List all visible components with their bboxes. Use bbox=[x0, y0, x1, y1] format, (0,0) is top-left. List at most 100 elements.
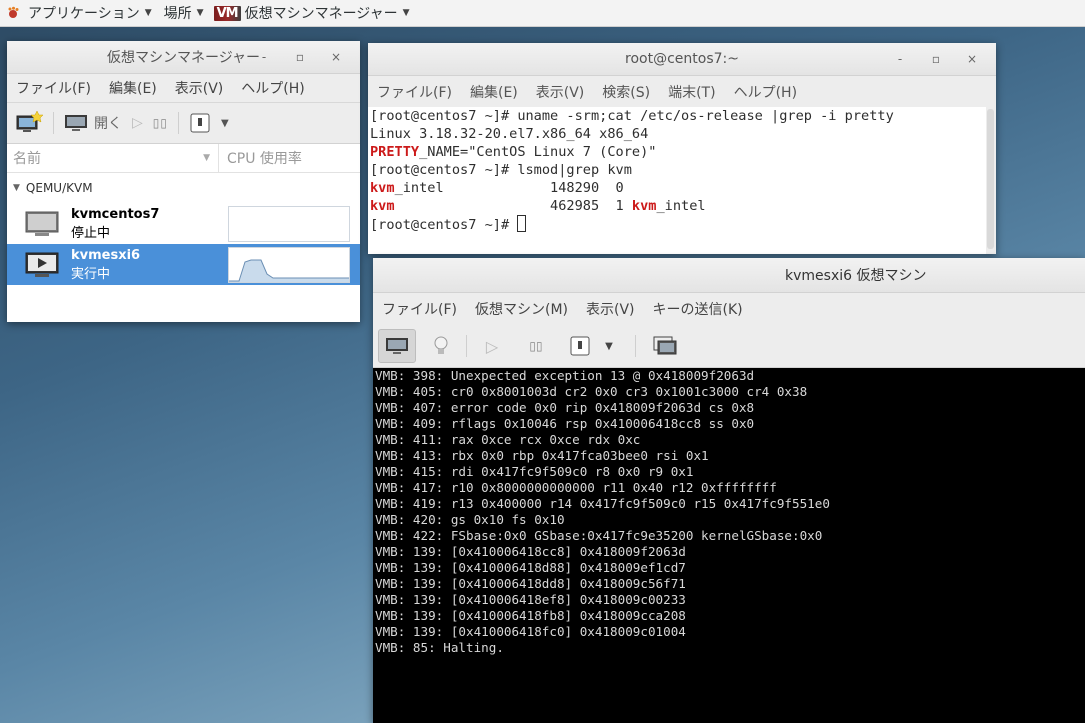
monitor-icon bbox=[386, 338, 408, 354]
menu-file[interactable]: ファイル(F) bbox=[368, 82, 461, 102]
cpu-usage-sparkline bbox=[229, 259, 349, 282]
terminal-output[interactable]: [root@centos7 ~]# uname -srm;cat /etc/os… bbox=[368, 107, 986, 254]
pause-button[interactable]: ▯▯ bbox=[153, 116, 168, 130]
menu-file[interactable]: ファイル(F) bbox=[7, 78, 100, 98]
show-console-button[interactable] bbox=[378, 329, 416, 363]
console-line: VMB: 139: [0x410006418d88] 0x418009ef1cd… bbox=[375, 560, 686, 575]
vmm-titlebar[interactable]: 仮想マシンマネージャー ‐ ▫ × bbox=[7, 41, 360, 74]
terminal-line: [root@centos7 ~]# uname -srm;cat /etc/os… bbox=[370, 107, 986, 125]
chevron-down-icon: ▼ bbox=[605, 340, 613, 352]
terminal-text: _intel 148290 0 bbox=[394, 180, 624, 196]
places-menu[interactable]: 場所 ▼ bbox=[158, 0, 210, 26]
shutdown-menu-button[interactable]: ▼ bbox=[599, 329, 619, 363]
connection-label: QEMU/KVM bbox=[25, 181, 93, 195]
menu-send-key[interactable]: キーの送信(K) bbox=[644, 299, 752, 319]
terminal-cursor bbox=[517, 215, 527, 232]
terminal-highlight: kvm bbox=[631, 198, 657, 214]
active-app-menu[interactable]: VM 仮想マシンマネージャー ▼ bbox=[210, 0, 416, 26]
toolbar-separator bbox=[635, 335, 636, 357]
minimize-button[interactable]: ‐ bbox=[246, 50, 282, 64]
terminal-text: _intel bbox=[656, 198, 706, 214]
chevron-down-icon: ▼ bbox=[144, 8, 152, 18]
toolbar-separator bbox=[466, 335, 467, 357]
shutdown-button[interactable] bbox=[561, 329, 599, 363]
terminal-highlight: PRETTY bbox=[370, 144, 420, 160]
vm-row-selected[interactable]: kvmesxi6 実行中 bbox=[7, 244, 360, 285]
menu-file[interactable]: ファイル(F) bbox=[373, 299, 466, 319]
close-button[interactable]: × bbox=[954, 52, 990, 66]
menu-search[interactable]: 検索(S) bbox=[593, 82, 659, 102]
shutdown-menu-button[interactable]: ▼ bbox=[221, 118, 229, 129]
lightbulb-icon bbox=[434, 336, 448, 354]
vm-stopped-icon bbox=[25, 211, 59, 236]
menu-view[interactable]: 表示(V) bbox=[166, 78, 233, 98]
console-line: VMB: 85: Halting. bbox=[375, 640, 504, 655]
vmm-menubar: ファイル(F) 編集(E) 表示(V) ヘルプ(H) bbox=[7, 74, 360, 103]
menu-virtual-machine[interactable]: 仮想マシン(M) bbox=[466, 299, 577, 319]
maximize-button[interactable]: ▫ bbox=[282, 50, 318, 64]
console-line: VMB: 139: [0x410006418cc8] 0x418009f2063… bbox=[375, 544, 686, 559]
top-panel: アプリケーション ▼ 場所 ▼ VM 仮想マシンマネージャー ▼ bbox=[0, 0, 1085, 27]
cpu-usage-graph bbox=[228, 206, 350, 242]
terminal-line: PRETTY_NAME="CentOS Linux 7 (Core)" bbox=[370, 143, 986, 161]
vm-info: kvmesxi6 実行中 bbox=[71, 248, 140, 282]
console-line: VMB: 407: error code 0x0 rip 0x418009f20… bbox=[375, 400, 755, 415]
vm-status: 実行中 bbox=[71, 266, 111, 282]
menu-help[interactable]: ヘルプ(H) bbox=[725, 82, 806, 102]
power-icon bbox=[570, 336, 590, 356]
chevron-down-icon: ▼ bbox=[203, 153, 210, 163]
column-name[interactable]: 名前 ▼ bbox=[7, 144, 219, 172]
vm-running-icon bbox=[25, 252, 59, 277]
terminal-line: kvm_intel 148290 0 bbox=[370, 179, 986, 197]
console-line: VMB: 139: [0x410006418fc0] 0x418009c0100… bbox=[375, 624, 686, 639]
vmm-toolbar: 開く ▷ ▯▯ ▼ bbox=[7, 103, 360, 144]
fullscreen-icon bbox=[653, 336, 677, 355]
new-vm-button[interactable] bbox=[15, 111, 43, 135]
terminal-line: [root@centos7 ~]# bbox=[370, 215, 986, 234]
minimize-button[interactable]: ‐ bbox=[882, 52, 918, 66]
gnome-foot-icon bbox=[8, 6, 19, 18]
console-line: VMB: 415: rdi 0x417fc9f509c0 r8 0x0 r9 0… bbox=[375, 464, 694, 479]
active-app-label: 仮想マシンマネージャー bbox=[244, 6, 398, 22]
pause-button[interactable]: ▯▯ bbox=[517, 329, 555, 363]
vm-console-screen[interactable]: VMB: 398: Unexpected exception 13 @ 0x41… bbox=[373, 368, 1085, 723]
toolbar-separator bbox=[53, 112, 54, 134]
vm-row[interactable]: kvmcentos7 停止中 bbox=[7, 203, 360, 244]
console-line: VMB: 405: cr0 0x8001003d cr2 0x0 cr3 0x1… bbox=[375, 384, 808, 399]
terminal-window: root@centos7:~ ‐ ▫ × ファイル(F) 編集(E) 表示(V)… bbox=[368, 43, 996, 254]
menu-help[interactable]: ヘルプ(H) bbox=[232, 78, 313, 98]
menu-view[interactable]: 表示(V) bbox=[577, 299, 644, 319]
terminal-window-title: root@centos7:~ bbox=[625, 51, 739, 67]
column-cpu[interactable]: CPU 使用率 bbox=[219, 144, 302, 172]
connection-group[interactable]: ▼ QEMU/KVM bbox=[7, 173, 360, 203]
close-button[interactable]: × bbox=[318, 50, 354, 64]
menu-edit[interactable]: 編集(E) bbox=[461, 82, 527, 102]
console-line: VMB: 139: [0x410006418dd8] 0x418009c56f7… bbox=[375, 576, 686, 591]
vmm-window: 仮想マシンマネージャー ‐ ▫ × ファイル(F) 編集(E) 表示(V) ヘル… bbox=[7, 41, 360, 322]
pause-icon: ▯▯ bbox=[529, 339, 543, 353]
shutdown-button[interactable] bbox=[189, 112, 211, 134]
run-button[interactable]: ▷ bbox=[132, 115, 143, 131]
play-icon: ▷ bbox=[485, 336, 499, 356]
vm-name: kvmesxi6 bbox=[71, 247, 141, 263]
fullscreen-button[interactable] bbox=[646, 329, 684, 363]
menu-terminal[interactable]: 端末(T) bbox=[659, 82, 724, 102]
menu-view[interactable]: 表示(V) bbox=[527, 82, 594, 102]
applications-menu[interactable]: アプリケーション ▼ bbox=[22, 0, 158, 26]
column-name-label: 名前 bbox=[13, 151, 41, 167]
console-line: VMB: 419: r13 0x400000 r14 0x417fc9f509c… bbox=[375, 496, 830, 511]
vm-console-titlebar[interactable]: kvmesxi6 仮想マシン bbox=[373, 258, 1085, 293]
terminal-text: [root@centos7 ~]# lsmod|grep kvm bbox=[370, 162, 632, 178]
maximize-button[interactable]: ▫ bbox=[918, 52, 954, 66]
places-menu-label: 場所 bbox=[163, 6, 192, 22]
show-details-button[interactable] bbox=[422, 329, 460, 363]
terminal-text: [root@centos7 ~]# bbox=[370, 217, 518, 233]
open-button[interactable]: 開く bbox=[64, 113, 122, 133]
power-icon bbox=[190, 113, 210, 133]
run-button[interactable]: ▷ bbox=[473, 329, 511, 363]
terminal-titlebar[interactable]: root@centos7:~ ‐ ▫ × bbox=[368, 43, 996, 76]
console-line: VMB: 420: gs 0x10 fs 0x10 bbox=[375, 512, 565, 527]
cpu-usage-graph bbox=[228, 247, 350, 283]
terminal-scrollbar[interactable] bbox=[987, 109, 994, 249]
menu-edit[interactable]: 編集(E) bbox=[100, 78, 166, 98]
